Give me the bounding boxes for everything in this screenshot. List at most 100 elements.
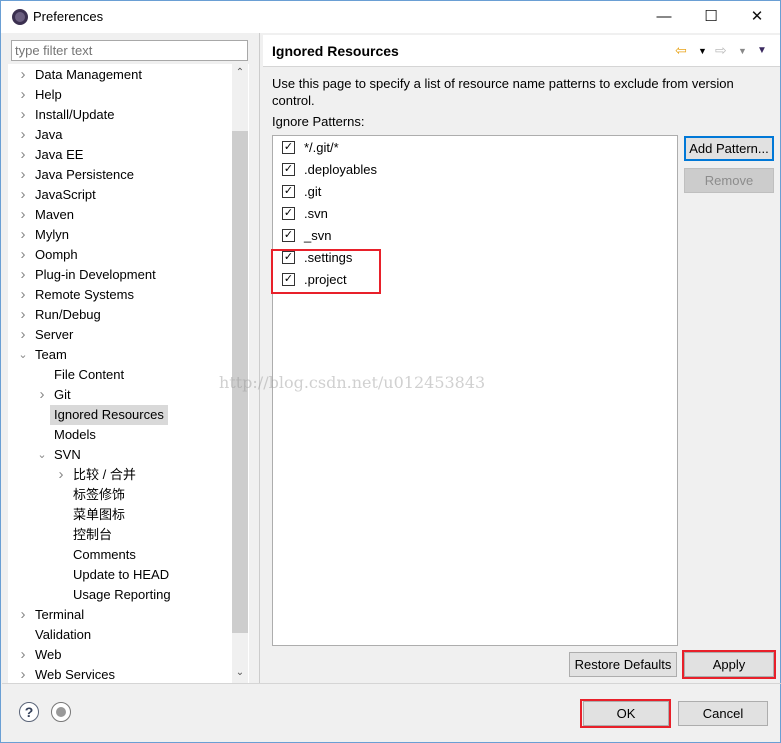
chevron-right-icon[interactable]: › [18, 85, 28, 105]
tree-item[interactable]: › Java Persistence [8, 165, 232, 185]
tree-item[interactable]: › Run/Debug [8, 305, 232, 325]
tree-item[interactable]: ⌄ Team [8, 345, 232, 365]
chevron-right-icon[interactable]: › [18, 285, 28, 305]
pattern-item[interactable]: ✓ .deployables [282, 159, 377, 181]
checkbox[interactable]: ✓ [282, 163, 295, 177]
pane-divider[interactable] [259, 33, 260, 683]
pattern-item[interactable]: ✓ .settings [282, 247, 352, 269]
tree-item-label: 菜单图标 [73, 507, 126, 522]
back-dropdown-icon[interactable]: ▼ [698, 46, 707, 56]
checkbox[interactable]: ✓ [282, 185, 295, 199]
pattern-item[interactable]: ✓ .project [282, 269, 347, 291]
checkbox[interactable]: ✓ [282, 273, 295, 287]
help-icon[interactable]: ? [19, 702, 39, 722]
close-button[interactable]: ✕ [737, 5, 777, 29]
pattern-item[interactable]: ✓ .git [282, 181, 321, 203]
tree-item-label: 标签修饰 [73, 487, 126, 502]
tree-item[interactable]: Validation [8, 625, 232, 645]
tree-item[interactable]: › Web Services [8, 665, 232, 684]
tree-item[interactable]: › Java [8, 125, 232, 145]
tree-item[interactable]: File Content [8, 365, 232, 385]
tree-item[interactable]: › Data Management [8, 65, 232, 85]
forward-dropdown-icon[interactable]: ▼ [738, 46, 747, 56]
tree-item[interactable]: › Web [8, 645, 232, 665]
chevron-down-icon[interactable]: ⌄ [18, 345, 28, 365]
chevron-right-icon[interactable]: › [18, 325, 28, 345]
import-export-icon[interactable] [51, 702, 71, 722]
tree-item[interactable]: ⌄ SVN [8, 445, 232, 465]
maximize-button[interactable]: ☐ [691, 5, 731, 29]
chevron-right-icon[interactable]: › [18, 165, 28, 185]
tree-item[interactable]: 标签修饰 [8, 485, 232, 505]
restore-defaults-button[interactable]: Restore Defaults [569, 652, 677, 677]
chevron-right-icon[interactable]: › [18, 645, 28, 665]
tree-item[interactable]: › Oomph [8, 245, 232, 265]
chevron-right-icon[interactable]: › [18, 125, 28, 145]
tree-item[interactable]: Update to HEAD [8, 565, 232, 585]
chevron-right-icon[interactable]: › [56, 465, 66, 485]
minimize-button[interactable]: — [644, 5, 684, 29]
tree-item[interactable]: Ignored Resources [8, 405, 232, 425]
tree-item[interactable]: Comments [8, 545, 232, 565]
tree-item[interactable]: › Server [8, 325, 232, 345]
tree-item-label: File Content [54, 367, 125, 382]
scroll-down-icon[interactable]: ⌄ [232, 667, 248, 678]
tree-item-label: Java Persistence [35, 167, 134, 182]
chevron-right-icon[interactable]: › [18, 185, 28, 205]
tree-item-label: Mylyn [35, 227, 69, 242]
checkbox[interactable]: ✓ [282, 207, 295, 221]
chevron-right-icon[interactable]: › [18, 145, 28, 165]
chevron-right-icon[interactable]: › [18, 225, 28, 245]
chevron-down-icon[interactable]: ⌄ [37, 445, 47, 465]
eclipse-icon [12, 9, 28, 25]
filter-input[interactable] [11, 40, 248, 61]
tree-item[interactable]: › Install/Update [8, 105, 232, 125]
checkbox[interactable]: ✓ [282, 251, 295, 265]
tree-item[interactable]: › Remote Systems [8, 285, 232, 305]
cancel-button[interactable]: Cancel [678, 701, 768, 726]
tree-item[interactable]: › Java EE [8, 145, 232, 165]
tree-item-label: Help [35, 87, 62, 102]
tree-item[interactable]: Usage Reporting [8, 585, 232, 605]
tree-item[interactable]: › Maven [8, 205, 232, 225]
view-menu-icon[interactable]: ▼ [757, 45, 767, 56]
back-arrow-icon[interactable]: ⇦ [675, 42, 687, 59]
tree-item-label: Validation [35, 627, 92, 642]
tree-item[interactable]: › 比较 / 合并 [8, 465, 232, 485]
tree-item[interactable]: › JavaScript [8, 185, 232, 205]
tree-item[interactable]: › Git [8, 385, 232, 405]
tree-item-label: Comments [73, 547, 136, 562]
chevron-right-icon[interactable]: › [18, 65, 28, 85]
pattern-name: .project [304, 272, 347, 287]
tree-item[interactable]: 菜单图标 [8, 505, 232, 525]
pattern-item[interactable]: ✓ .svn [282, 203, 328, 225]
chevron-right-icon[interactable]: › [18, 205, 28, 225]
add-pattern-button[interactable]: Add Pattern... [684, 136, 774, 161]
apply-button[interactable]: Apply [684, 652, 774, 677]
tree-item[interactable]: › Terminal [8, 605, 232, 625]
remove-button[interactable]: Remove [684, 168, 774, 193]
chevron-right-icon[interactable]: › [18, 305, 28, 325]
chevron-right-icon[interactable]: › [18, 665, 28, 684]
ok-button[interactable]: OK [583, 701, 669, 726]
tree-item-label: SVN [54, 447, 81, 462]
tree-item[interactable]: › Help [8, 85, 232, 105]
scroll-up-icon[interactable]: ⌃ [232, 67, 248, 78]
tree-item[interactable]: 控制台 [8, 525, 232, 545]
checkbox[interactable]: ✓ [282, 141, 295, 155]
chevron-right-icon[interactable]: › [18, 605, 28, 625]
pattern-item[interactable]: ✓ _svn [282, 225, 331, 247]
pattern-item[interactable]: ✓ */.git/* [282, 137, 339, 159]
forward-arrow-icon[interactable]: ⇨ [715, 42, 727, 59]
tree-item[interactable]: › Plug-in Development [8, 265, 232, 285]
checkbox[interactable]: ✓ [282, 229, 295, 243]
chevron-right-icon[interactable]: › [18, 105, 28, 125]
tree-item[interactable]: Models [8, 425, 232, 445]
scrollbar-thumb[interactable] [232, 131, 248, 633]
tree-item[interactable]: › Mylyn [8, 225, 232, 245]
chevron-right-icon[interactable]: › [37, 385, 47, 405]
window-title: Preferences [33, 9, 104, 24]
chevron-right-icon[interactable]: › [18, 265, 28, 285]
tree-item-label: Ignored Resources [50, 405, 168, 425]
chevron-right-icon[interactable]: › [18, 245, 28, 265]
